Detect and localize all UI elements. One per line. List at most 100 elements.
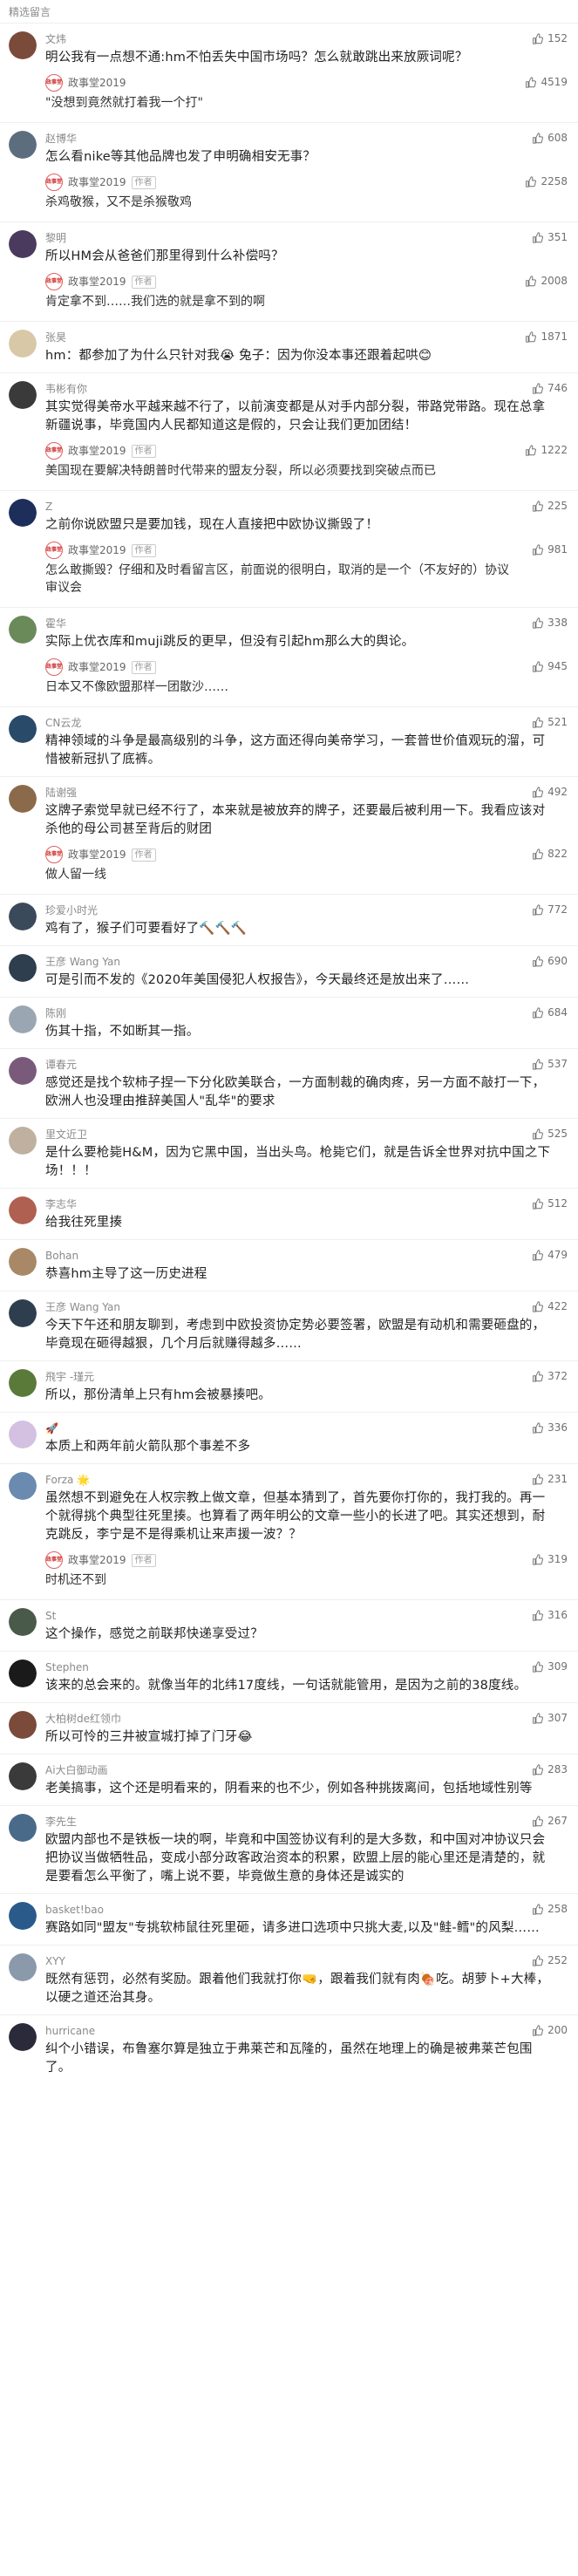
commenter-name[interactable]: 里文近卫 (45, 1128, 569, 1141)
avatar[interactable] (9, 1127, 37, 1155)
like-button[interactable]: 225 (532, 500, 568, 512)
like-button[interactable]: 492 (532, 786, 568, 798)
like-button[interactable]: 309 (532, 1660, 568, 1673)
reply-author-name[interactable]: 政事堂2019 (68, 660, 126, 674)
like-button[interactable]: 1871 (525, 331, 568, 343)
commenter-name[interactable]: 谭春元 (45, 1058, 569, 1072)
reply-author-name[interactable]: 政事堂2019 (68, 76, 126, 90)
like-button[interactable]: 479 (532, 1249, 568, 1261)
avatar[interactable] (9, 1814, 37, 1842)
commenter-name[interactable]: 李先生 (45, 1815, 569, 1829)
avatar[interactable] (9, 131, 37, 159)
author-avatar[interactable]: 政事堂 (45, 658, 63, 676)
avatar[interactable] (9, 1299, 37, 1327)
reply-author-name[interactable]: 政事堂2019 (68, 543, 126, 557)
reply-author-name[interactable]: 政事堂2019 (68, 444, 126, 458)
like-button[interactable]: 372 (532, 1370, 568, 1382)
avatar[interactable] (9, 1659, 37, 1687)
reply-like-button[interactable]: 2258 (525, 175, 568, 187)
avatar[interactable] (9, 1711, 37, 1739)
reply-like-button[interactable]: 822 (532, 848, 568, 860)
avatar[interactable] (9, 1421, 37, 1448)
commenter-name[interactable]: 王彦 Wang Yan (45, 1300, 569, 1314)
commenter-name[interactable]: Z (45, 500, 569, 514)
like-button[interactable]: 684 (532, 1006, 568, 1019)
author-avatar[interactable]: 政事堂 (45, 174, 63, 191)
like-button[interactable]: 283 (532, 1763, 568, 1775)
avatar[interactable] (9, 616, 37, 644)
reply-like-button[interactable]: 945 (532, 660, 568, 672)
avatar[interactable] (9, 499, 37, 527)
like-button[interactable]: 772 (532, 903, 568, 916)
like-button[interactable]: 525 (532, 1128, 568, 1140)
commenter-name[interactable]: 陆谢强 (45, 786, 569, 800)
commenter-name[interactable]: 王彦 Wang Yan (45, 955, 569, 969)
like-button[interactable]: 746 (532, 382, 568, 394)
reply-author-name[interactable]: 政事堂2019 (68, 848, 126, 862)
like-button[interactable]: 690 (532, 955, 568, 967)
like-button[interactable]: 422 (532, 1300, 568, 1312)
like-button[interactable]: 336 (532, 1421, 568, 1434)
commenter-name[interactable]: 李志华 (45, 1197, 569, 1211)
commenter-name[interactable]: CN云龙 (45, 716, 569, 730)
avatar[interactable] (9, 903, 37, 930)
like-button[interactable]: 351 (532, 231, 568, 243)
like-button[interactable]: 307 (532, 1712, 568, 1724)
commenter-name[interactable]: 文炜 (45, 32, 569, 46)
avatar[interactable] (9, 381, 37, 409)
avatar[interactable] (9, 954, 37, 982)
commenter-name[interactable]: Bohan (45, 1249, 569, 1263)
author-avatar[interactable]: 政事堂 (45, 442, 63, 460)
commenter-name[interactable]: 飛宇 -瑾元 (45, 1370, 569, 1384)
avatar[interactable] (9, 715, 37, 743)
avatar[interactable] (9, 1005, 37, 1033)
avatar[interactable] (9, 785, 37, 813)
avatar[interactable] (9, 1248, 37, 1276)
like-button[interactable]: 258 (532, 1903, 568, 1915)
like-button[interactable]: 252 (532, 1954, 568, 1966)
commenter-name[interactable]: 🚀 (45, 1421, 569, 1435)
commenter-name[interactable]: 张昊 (45, 331, 569, 344)
reply-like-button[interactable]: 319 (532, 1553, 568, 1565)
commenter-name[interactable]: St (45, 1609, 569, 1623)
reply-author-name[interactable]: 政事堂2019 (68, 1553, 126, 1567)
author-avatar[interactable]: 政事堂 (45, 74, 63, 92)
commenter-name[interactable]: 陈刚 (45, 1006, 569, 1020)
like-button[interactable]: 537 (532, 1058, 568, 1070)
commenter-name[interactable]: XYY (45, 1954, 569, 1968)
reply-like-button[interactable]: 2008 (525, 275, 568, 287)
like-button[interactable]: 152 (532, 32, 568, 44)
author-avatar[interactable]: 政事堂 (45, 542, 63, 559)
like-button[interactable]: 512 (532, 1197, 568, 1210)
like-button[interactable]: 338 (532, 617, 568, 629)
commenter-name[interactable]: Forza 🌟 (45, 1473, 569, 1487)
commenter-name[interactable]: 霍华 (45, 617, 569, 630)
commenter-name[interactable]: 黎明 (45, 231, 569, 245)
commenter-name[interactable]: Stephen (45, 1660, 569, 1674)
reply-author-name[interactable]: 政事堂2019 (68, 175, 126, 189)
reply-like-button[interactable]: 4519 (525, 76, 568, 88)
author-avatar[interactable]: 政事堂 (45, 846, 63, 863)
avatar[interactable] (9, 330, 37, 358)
avatar[interactable] (9, 1953, 37, 1981)
avatar[interactable] (9, 31, 37, 59)
commenter-name[interactable]: 韦彬有你 (45, 382, 569, 396)
reply-like-button[interactable]: 1222 (525, 444, 568, 456)
like-button[interactable]: 521 (532, 716, 568, 728)
like-button[interactable]: 608 (532, 132, 568, 144)
avatar[interactable] (9, 1902, 37, 1930)
avatar[interactable] (9, 1196, 37, 1224)
author-avatar[interactable]: 政事堂 (45, 1551, 63, 1569)
commenter-name[interactable]: 大柏树de红领巾 (45, 1712, 569, 1726)
avatar[interactable] (9, 1608, 37, 1636)
like-button[interactable]: 200 (532, 2024, 568, 2036)
avatar[interactable] (9, 1057, 37, 1085)
commenter-name[interactable]: basket!bao (45, 1903, 569, 1917)
avatar[interactable] (9, 230, 37, 258)
commenter-name[interactable]: 赵博华 (45, 132, 569, 146)
commenter-name[interactable]: hurricane (45, 2024, 569, 2038)
avatar[interactable] (9, 1472, 37, 1500)
avatar[interactable] (9, 1762, 37, 1790)
reply-like-button[interactable]: 981 (532, 543, 568, 555)
avatar[interactable] (9, 2023, 37, 2051)
